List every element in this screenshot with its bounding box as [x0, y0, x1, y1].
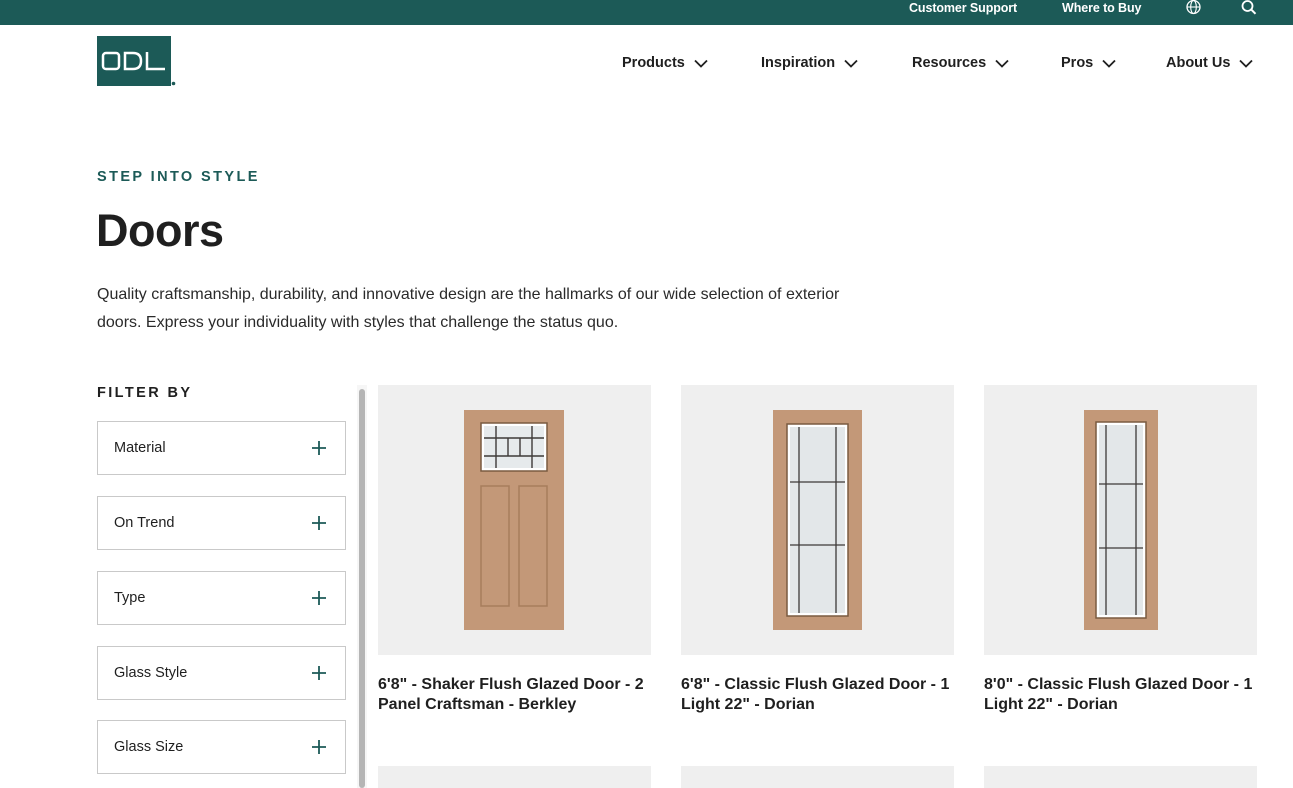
filter-label: Glass Size [114, 739, 184, 755]
nav-inspiration[interactable]: Inspiration [761, 53, 858, 73]
nav-about-us[interactable]: About Us [1166, 53, 1254, 73]
odl-logo[interactable] [97, 36, 176, 86]
product-image-berkley[interactable] [378, 385, 651, 655]
filter-label: Type [114, 590, 146, 606]
door-dorian-68-image [773, 410, 862, 630]
plus-icon [312, 740, 326, 754]
filter-heading: FILTER BY [97, 385, 193, 401]
chevron-down-icon [844, 59, 858, 68]
filter-label: Material [114, 440, 166, 456]
nav-label: Inspiration [761, 55, 836, 71]
plus-icon [312, 516, 326, 530]
nav-label: About Us [1166, 55, 1231, 71]
filter-material[interactable]: Material [97, 421, 346, 475]
filter-glass-style[interactable]: Glass Style [97, 646, 346, 700]
filter-scrollbar-thumb[interactable] [359, 389, 365, 788]
globe-icon[interactable] [1185, 0, 1202, 15]
search-icon[interactable] [1241, 0, 1258, 15]
plus-icon [312, 441, 326, 455]
product-title-berkley[interactable]: 6'8" - Shaker Flush Glazed Door - 2 Pane… [378, 675, 654, 715]
intro-paragraph: Quality craftsmanship, durability, and i… [97, 286, 840, 331]
chevron-down-icon [1239, 59, 1254, 68]
eyebrow-text: STEP INTO STYLE [97, 169, 260, 185]
product-card-next-2[interactable] [681, 766, 954, 788]
nav-label: Pros [1061, 55, 1094, 71]
nav-pros[interactable]: Pros [1061, 53, 1116, 73]
plus-icon [312, 666, 326, 680]
filter-label: On Trend [114, 515, 175, 531]
filter-on-trend[interactable]: On Trend [97, 496, 346, 550]
nav-products[interactable]: Products [622, 53, 708, 73]
utility-bar: Customer Support Where to Buy [0, 0, 1293, 25]
nav-label: Resources [912, 55, 987, 71]
chevron-down-icon [995, 59, 1009, 68]
product-title-dorian-68[interactable]: 6'8" - Classic Flush Glazed Door - 1 Lig… [681, 675, 957, 715]
plus-icon [312, 591, 326, 605]
product-title-dorian-80[interactable]: 8'0" - Classic Flush Glazed Door - 1 Lig… [984, 675, 1260, 715]
door-dorian-80-image [1084, 410, 1158, 630]
product-card-next-1[interactable] [378, 766, 651, 788]
customer-support-link[interactable]: Customer Support [909, 1, 1017, 15]
page-title: Doors [96, 205, 224, 256]
nav-label: Products [622, 55, 685, 71]
product-image-dorian-80[interactable] [984, 385, 1257, 655]
nav-resources[interactable]: Resources [912, 53, 1009, 73]
door-berkley-image [464, 410, 564, 630]
filter-label: Glass Style [114, 665, 188, 681]
product-card-next-3[interactable] [984, 766, 1257, 788]
filter-type[interactable]: Type [97, 571, 346, 625]
filter-glass-size[interactable]: Glass Size [97, 720, 346, 774]
chevron-down-icon [694, 59, 708, 68]
chevron-down-icon [1102, 59, 1116, 68]
where-to-buy-link[interactable]: Where to Buy [1062, 1, 1141, 15]
product-image-dorian-68[interactable] [681, 385, 954, 655]
